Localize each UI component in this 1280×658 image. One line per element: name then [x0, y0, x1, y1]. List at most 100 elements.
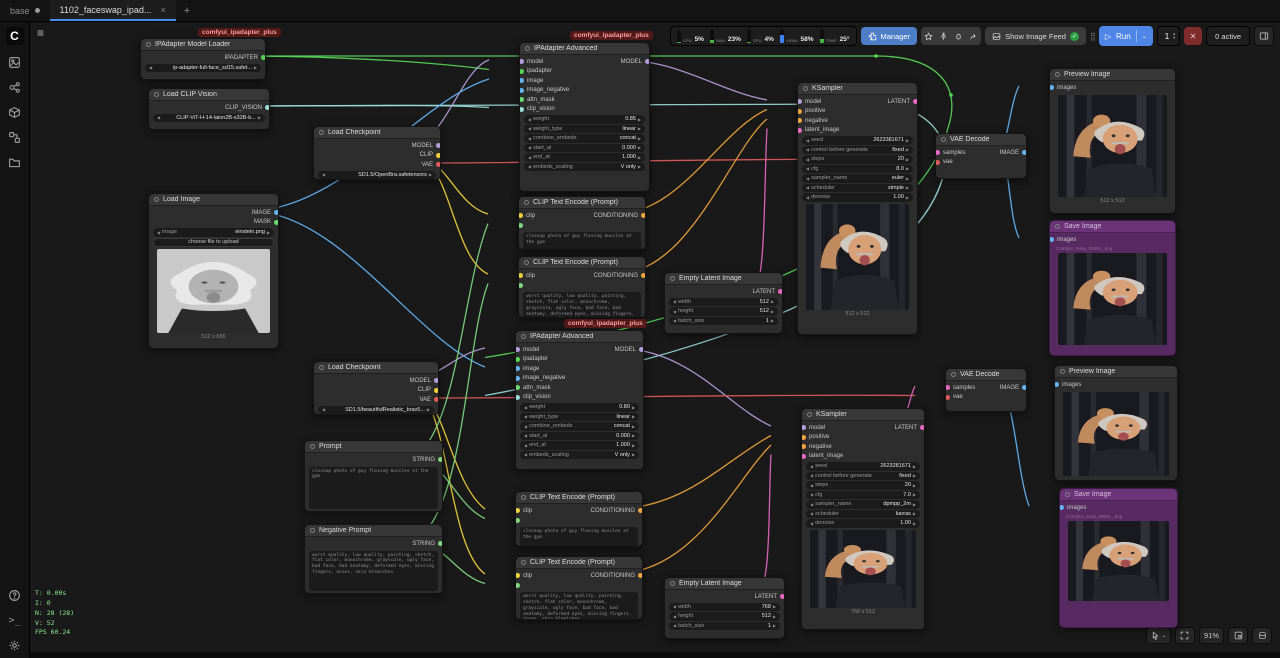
decrement-arrow-icon[interactable]: ◀ [810, 464, 813, 469]
model-input-port[interactable] [519, 59, 524, 64]
collapse-dot-icon[interactable] [1055, 224, 1060, 229]
batch_size-widget[interactable]: ◀batch_size1▶ [669, 622, 780, 631]
images-input-port[interactable] [1054, 382, 1059, 387]
decrement-arrow-icon[interactable]: ◀ [810, 473, 813, 478]
decrement-arrow-icon[interactable]: ◀ [673, 309, 676, 314]
wire-reroute-dot[interactable] [874, 54, 878, 58]
node-empty-latent-2[interactable]: Empty Latent ImageLATENT◀width768▶◀heigh… [664, 577, 785, 639]
increment-arrow-icon[interactable]: ▶ [638, 164, 641, 169]
width-widget[interactable]: ◀width768▶ [669, 603, 780, 612]
node-load-checkpoint-1[interactable]: Load CheckpointMODELCLIPVAE◀SD1.5/OpenBr… [313, 126, 441, 180]
value-widget[interactable]: ◀SD1.5/OpenBra.safetensors▶ [318, 171, 436, 180]
text-input-port[interactable] [515, 583, 520, 588]
decrement-arrow-icon[interactable]: ◀ [806, 147, 809, 152]
decrement-arrow-icon[interactable]: ◀ [810, 511, 813, 516]
workflows-icon[interactable] [7, 129, 23, 145]
node-load-checkpoint-2[interactable]: Load CheckpointMODELCLIPVAE◀SD1.5/beauti… [313, 361, 439, 415]
weight-widget[interactable]: ◀weight0.85▶ [524, 115, 645, 124]
node-clip-text-encode-4[interactable]: CLIP Text Encode (Prompt)clipCONDITIONIN… [515, 556, 643, 620]
value-widget[interactable]: ◀SD1.5/beautifulRealistic_brav5...▶ [318, 406, 434, 415]
run-button[interactable]: ▷ Run ⌄ [1099, 26, 1153, 46]
decrement-arrow-icon[interactable]: ◀ [528, 145, 531, 150]
control before generate-widget[interactable]: ◀control before generatefixed▶ [806, 472, 920, 481]
collapse-dot-icon[interactable] [1060, 369, 1065, 374]
node-load-image[interactable]: Load ImageIMAGEMASK◀imageeinstein.png▶ch… [148, 193, 279, 349]
increment-arrow-icon[interactable]: ▶ [638, 145, 641, 150]
run-options-chevron-icon[interactable]: ⌄ [1142, 33, 1147, 40]
weight_type-widget[interactable]: ◀weight_typelinear▶ [524, 125, 645, 134]
decrement-arrow-icon[interactable]: ◀ [157, 230, 160, 235]
end_at-widget[interactable]: ◀end_at1.000▶ [524, 153, 645, 162]
increment-arrow-icon[interactable]: ▶ [906, 138, 909, 143]
fit-view-button[interactable] [1175, 627, 1195, 644]
increment-arrow-icon[interactable]: ▶ [913, 521, 916, 526]
collapse-dot-icon[interactable] [521, 334, 526, 339]
latent-output-port[interactable] [920, 425, 925, 430]
batch_size-widget[interactable]: ◀batch_size1▶ [669, 317, 778, 326]
increment-arrow-icon[interactable]: ▶ [913, 483, 916, 488]
favorite-star-icon[interactable] [924, 32, 933, 41]
decrement-arrow-icon[interactable]: ◀ [149, 65, 152, 70]
image-input-port[interactable] [519, 78, 524, 83]
collapse-dot-icon[interactable] [1065, 492, 1070, 497]
collapse-dot-icon[interactable] [146, 42, 151, 47]
tab-workflow-active[interactable]: 1102_faceswap_ipad... × [50, 0, 176, 21]
image-output-port[interactable] [1022, 385, 1027, 390]
decrement-arrow-icon[interactable]: ◀ [524, 433, 527, 438]
toolbar-drag-handle[interactable]: ⣿ [1090, 32, 1095, 41]
denoise-widget[interactable]: ◀denoise1.00▶ [802, 193, 913, 202]
increment-arrow-icon[interactable]: ▶ [267, 230, 270, 235]
scheduler-widget[interactable]: ◀schedulersimple▶ [802, 184, 913, 193]
increment-arrow-icon[interactable]: ▶ [638, 155, 641, 160]
value-widget[interactable]: ◀CLIP-ViT-H-14-laion2B-s32B-b...▶ [153, 114, 265, 123]
decrement-arrow-icon[interactable]: ◀ [806, 157, 809, 162]
node-empty-latent-1[interactable]: Empty Latent ImageLATENT◀width512▶◀heigh… [664, 272, 783, 334]
increment-arrow-icon[interactable]: ▶ [638, 136, 641, 141]
node-preview-image-1[interactable]: Preview Imageimages512 x 512 [1049, 68, 1176, 214]
node-prompt[interactable]: PromptSTRINGcloseup photo of guy flexing… [304, 440, 443, 512]
node-ipadapter-model-loader[interactable]: IPAdapter Model LoaderIPADAPTER◀ip-adapt… [140, 38, 266, 80]
decrement-arrow-icon[interactable]: ◀ [673, 604, 676, 609]
collapse-dot-icon[interactable] [319, 365, 324, 370]
combine_embeds-widget[interactable]: ◀combine_embedsconcat▶ [524, 134, 645, 143]
increment-arrow-icon[interactable]: ▶ [771, 318, 774, 323]
control before generate-widget[interactable]: ◀control before generatefixed▶ [802, 146, 913, 155]
combine_embeds-widget[interactable]: ◀combine_embedsconcat▶ [520, 422, 639, 431]
canvas-menu-icon[interactable]: ≡ [37, 26, 44, 40]
mask-output-port[interactable] [274, 220, 279, 225]
increment-arrow-icon[interactable]: ▶ [913, 492, 916, 497]
collapse-dot-icon[interactable] [310, 444, 315, 449]
seed-widget[interactable]: ◀seed2623381671▶ [802, 136, 913, 145]
cancel-run-button[interactable]: ✕ [1184, 27, 1202, 45]
node-load-clip-vision[interactable]: Load CLIP VisionCLIP_VISION◀CLIP-ViT-H-1… [148, 88, 270, 130]
denoise-widget[interactable]: ◀denoise1.00▶ [806, 519, 920, 528]
collapse-dot-icon[interactable] [803, 86, 808, 91]
conditioning-output-port[interactable] [638, 508, 643, 513]
samples-input-port[interactable] [935, 150, 940, 155]
weight-widget[interactable]: ◀weight0.80▶ [520, 403, 639, 412]
increment-arrow-icon[interactable]: ▶ [632, 405, 635, 410]
negative-input-port[interactable] [797, 118, 802, 123]
increment-arrow-icon[interactable]: ▶ [913, 464, 916, 469]
collapse-dot-icon[interactable] [524, 200, 529, 205]
vae-input-port[interactable] [935, 160, 940, 165]
prompt-textarea[interactable]: closeup photo of guy flexing muscles at … [523, 232, 641, 250]
latent-output-port[interactable] [778, 289, 783, 294]
decrement-arrow-icon[interactable]: ◀ [810, 492, 813, 497]
collapse-dot-icon[interactable] [951, 372, 956, 377]
increment-arrow-icon[interactable]: ▶ [429, 172, 432, 177]
collapse-dot-icon[interactable] [521, 495, 526, 500]
node-save-image-2[interactable]: Save ImageimagesComfyUI_temp_00001_.png [1059, 488, 1178, 628]
image-widget[interactable]: ◀imageeinstein.png▶ [153, 228, 274, 237]
images-input-port[interactable] [1059, 505, 1064, 510]
text-input-port[interactable] [515, 518, 520, 523]
ipadapter-input-port[interactable] [519, 69, 524, 74]
string-output-port[interactable] [438, 541, 443, 546]
model-input-port[interactable] [515, 347, 520, 352]
decrement-arrow-icon[interactable]: ◀ [673, 318, 676, 323]
increment-arrow-icon[interactable]: ▶ [254, 65, 257, 70]
text-input-port[interactable] [518, 283, 523, 288]
node-ipadapter-advanced-1[interactable]: IPAdapter Advancedmodelipadapterimageima… [519, 42, 650, 192]
model-input-port[interactable] [797, 99, 802, 104]
collapse-dot-icon[interactable] [941, 137, 946, 142]
